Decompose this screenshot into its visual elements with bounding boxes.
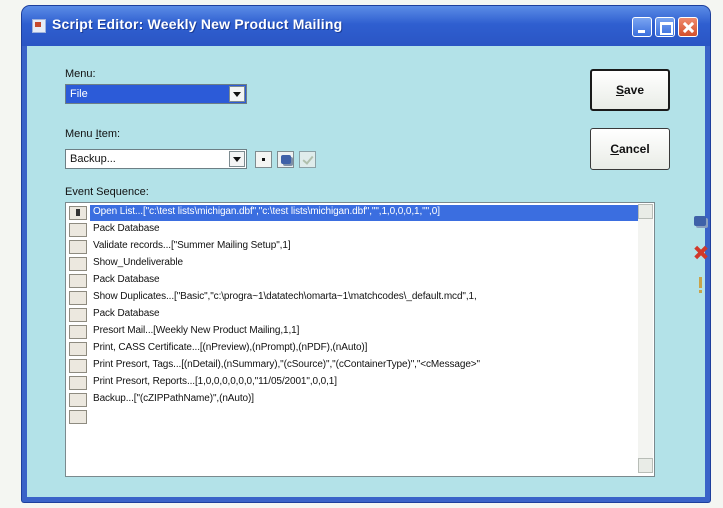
event-text: Pack Database (93, 274, 160, 285)
menu-item-label-rest: tem: (98, 128, 121, 140)
list-item[interactable]: Open List...["c:\test lists\michigan.dbf… (66, 205, 638, 221)
list-item[interactable]: Pack Database (66, 222, 638, 238)
menu-item-dropdown-value: Backup... (70, 153, 116, 165)
save-button-rest: ave (623, 83, 645, 97)
row-checkbox[interactable] (69, 376, 87, 390)
list-item[interactable]: Presort Mail...[Weekly New Product Maili… (66, 324, 638, 340)
maximize-button[interactable] (655, 17, 675, 37)
edit-event-icon[interactable] (689, 211, 713, 233)
menu-label-text: Menu (65, 68, 93, 80)
row-checkbox[interactable] (69, 342, 87, 356)
save-button[interactable]: Save (590, 69, 670, 111)
event-text: Show Duplicates...["Basic","c:\progra~1\… (93, 291, 477, 302)
add-event-icon[interactable] (255, 151, 272, 168)
app-window-icon[interactable] (32, 19, 46, 33)
edit-item-icon[interactable] (277, 151, 294, 168)
cancel-button[interactable]: Cancel (590, 128, 670, 170)
save-button-key: S (615, 83, 624, 97)
list-item[interactable] (66, 409, 638, 425)
list-item[interactable]: Validate records...["Summer Mailing Setu… (66, 239, 638, 255)
window-title: Script Editor: Weekly New Product Mailin… (52, 16, 343, 32)
list-item[interactable]: Print Presort, Tags...[(nDetail),(nSumma… (66, 358, 638, 374)
list-item[interactable]: Pack Database (66, 307, 638, 323)
event-text: Show_Undeliverable (93, 257, 183, 268)
cancel-button-key: C (610, 142, 619, 156)
row-checkbox[interactable] (69, 359, 87, 373)
vertical-scrollbar[interactable] (638, 204, 653, 473)
row-checkbox[interactable] (69, 308, 87, 322)
title-bar[interactable]: Script Editor: Weekly New Product Mailin… (22, 6, 710, 46)
menu-label: Menu: (65, 68, 96, 80)
event-text: Print Presort, Reports...[1,0,0,0,0,0,0,… (93, 376, 337, 387)
scroll-up-arrow-icon[interactable] (638, 204, 653, 219)
row-checkbox[interactable] (69, 325, 87, 339)
menu-dropdown[interactable]: File (65, 84, 247, 104)
event-text: Pack Database (93, 223, 160, 234)
row-checkbox[interactable] (69, 410, 87, 424)
menu-item-label: Menu Item: (65, 128, 120, 140)
event-text: Presort Mail...[Weekly New Product Maili… (93, 325, 300, 336)
list-item[interactable]: Show Duplicates...["Basic","c:\progra~1\… (66, 290, 638, 306)
delete-event-icon[interactable] (689, 242, 713, 264)
event-text: Print Presort, Tags...[(nDetail),(nSumma… (93, 359, 480, 370)
row-checkbox[interactable] (69, 206, 87, 220)
dialog-body: Menu: File Menu Item: Backup... Save Can… (27, 46, 706, 497)
list-item[interactable]: Print Presort, Reports...[1,0,0,0,0,0,0,… (66, 375, 638, 391)
event-text: Backup...["(cZIPPathName)",(nAuto)] (93, 393, 254, 404)
checkmark-icon[interactable] (299, 151, 316, 168)
list-item[interactable]: Backup...["(cZIPPathName)",(nAuto)] (66, 392, 638, 408)
scroll-down-arrow-icon[interactable] (638, 458, 653, 473)
minimize-button[interactable] (632, 17, 652, 37)
list-item[interactable]: Pack Database (66, 273, 638, 289)
chevron-down-icon[interactable] (229, 86, 245, 102)
script-editor-window: Script Editor: Weekly New Product Mailin… (22, 6, 710, 502)
cancel-button-rest: ancel (618, 142, 650, 156)
event-text: Print, CASS Certificate...[(nPreview),(n… (93, 342, 368, 353)
exclamation-icon[interactable] (689, 274, 713, 296)
close-button[interactable] (678, 17, 698, 37)
row-checkbox[interactable] (69, 257, 87, 271)
row-checkbox[interactable] (69, 291, 87, 305)
row-checkbox[interactable] (69, 240, 87, 254)
menu-dropdown-value: File (70, 88, 88, 100)
row-checkbox[interactable] (69, 223, 87, 237)
row-checkbox[interactable] (69, 274, 87, 288)
menu-item-label-prefix: Menu (65, 128, 96, 140)
event-text: Pack Database (93, 308, 160, 319)
list-item[interactable]: Print, CASS Certificate...[(nPreview),(n… (66, 341, 638, 357)
menu-label-colon: : (92, 68, 96, 80)
event-sequence-list[interactable]: Open List...["c:\test lists\michigan.dbf… (65, 202, 655, 477)
chevron-down-icon[interactable] (229, 151, 245, 167)
list-item[interactable]: Show_Undeliverable (66, 256, 638, 272)
event-text: Validate records...["Summer Mailing Setu… (93, 240, 291, 251)
row-checkbox[interactable] (69, 393, 87, 407)
event-text: Open List...["c:\test lists\michigan.dbf… (93, 206, 440, 217)
menu-item-dropdown[interactable]: Backup... (65, 149, 247, 169)
event-sequence-label: Event Sequence: (65, 186, 149, 198)
